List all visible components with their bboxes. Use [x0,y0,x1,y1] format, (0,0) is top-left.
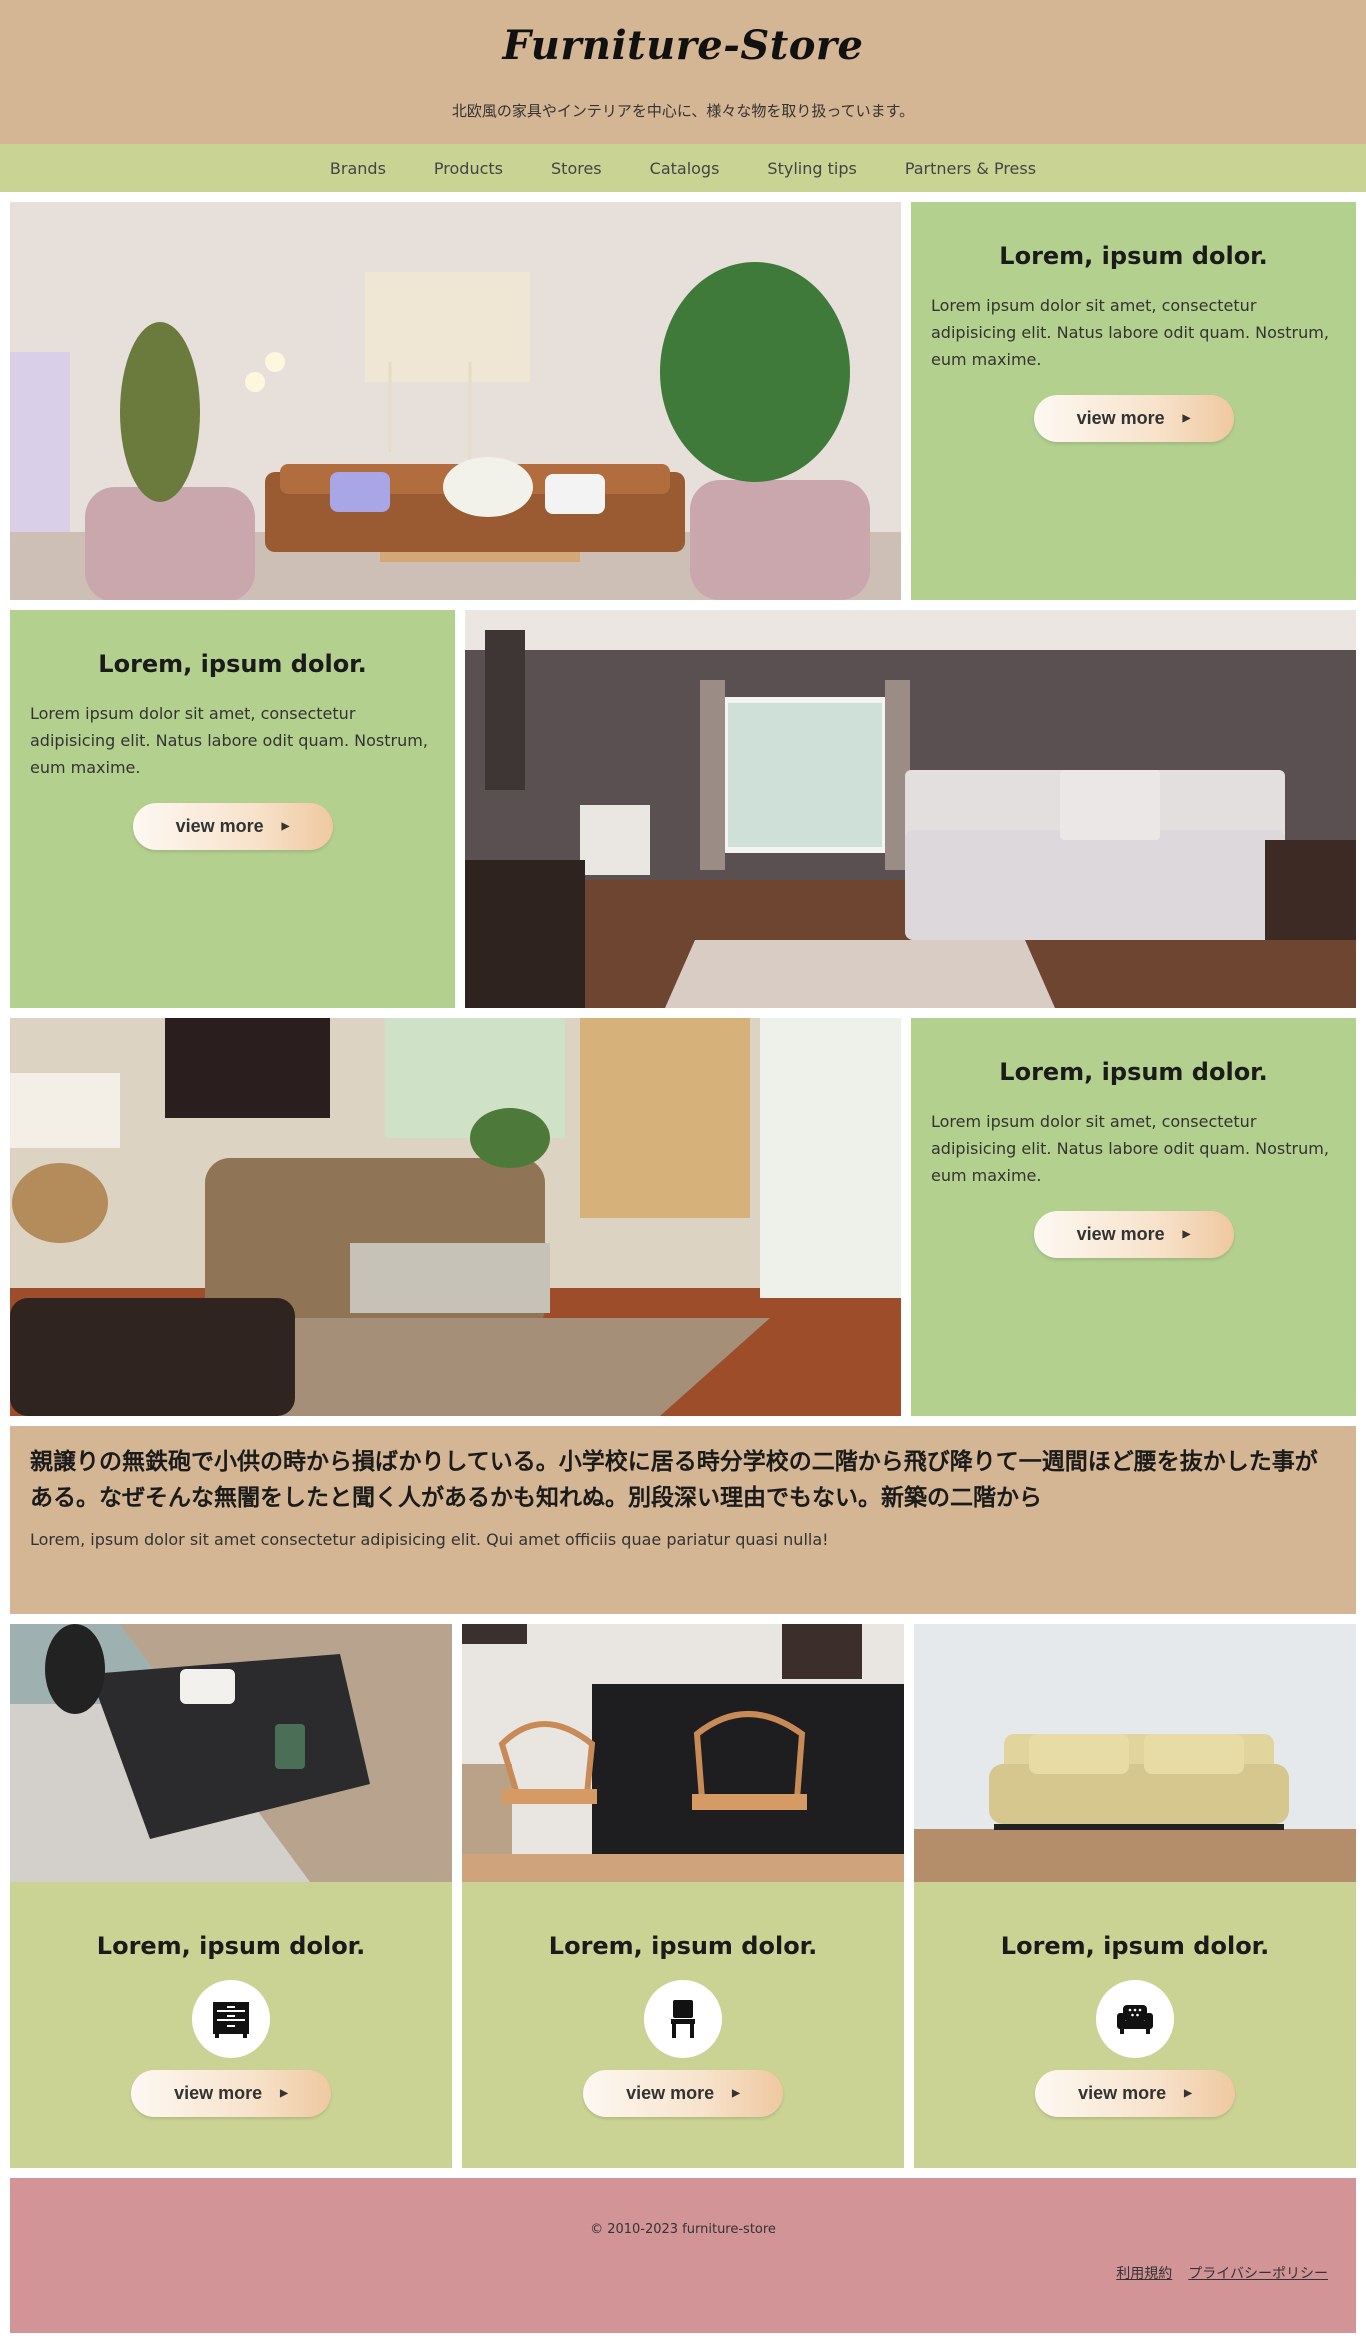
footer-links: 利用規約 プライバシーポリシー [1116,2263,1328,2283]
site-tagline: 北欧風の家具やインテリアを中心に、様々な物を取り扱っています。 [451,102,915,120]
arrow-right-icon: ▶ [1184,2088,1192,2099]
card-view-more-button-1[interactable]: view more ▶ [131,2070,331,2117]
feature-panel-3: Lorem, ipsum dolor. Lorem ipsum dolor si… [911,1018,1356,1416]
product-card-body-1: Lorem, ipsum dolor. view more ▶ [10,1882,452,2168]
feature-title-1: Lorem, ipsum dolor. [999,242,1268,270]
sofa-photo [914,1624,1356,1882]
nav-item-brands[interactable]: Brands [330,159,386,178]
living-room-photo [10,202,901,600]
arrow-right-icon: ▶ [1182,1229,1191,1240]
arrow-right-icon: ▶ [732,2088,740,2099]
view-more-button-3[interactable]: view more ▶ [1033,1211,1234,1258]
arrow-right-icon: ▶ [1182,413,1191,424]
chair-icon [644,1980,722,2058]
drawer-photo [10,1624,452,1882]
product-card-body-3: Lorem, ipsum dolor. view more ▶ [914,1882,1356,2168]
card-view-more-button-3[interactable]: view more ▶ [1035,2070,1235,2117]
nav-item-partners-press[interactable]: Partners & Press [905,159,1036,178]
copyright-text: © 2010-2023 furniture-store [590,2222,776,2237]
feature-row-2: Lorem, ipsum dolor. Lorem ipsum dolor si… [10,610,1356,1008]
feature-text-3: Lorem ipsum dolor sit amet, consectetur … [931,1112,1329,1185]
product-card-3: Lorem, ipsum dolor. view more ▶ [914,1624,1356,2168]
nav-item-products[interactable]: Products [434,159,503,178]
site-footer: © 2010-2023 furniture-store 利用規約 プライバシーポ… [10,2178,1356,2333]
feature-text-2: Lorem ipsum dolor sit amet, consectetur … [30,704,428,777]
chairs-photo [462,1624,904,1882]
feature-panel-2: Lorem, ipsum dolor. Lorem ipsum dolor si… [10,610,455,1008]
main-nav: Brands Products Stores Catalogs Styling … [0,144,1366,192]
nav-item-stores[interactable]: Stores [551,159,602,178]
armchair-icon [1096,1980,1174,2058]
feature-panel-1: Lorem, ipsum dolor. Lorem ipsum dolor si… [911,202,1356,600]
site-logo[interactable]: Furniture-Store [0,22,1366,69]
card-title-3: Lorem, ipsum dolor. [1000,1932,1270,1960]
card-view-more-label-1: view more [174,2083,263,2103]
view-more-button-2[interactable]: view more ▶ [132,803,333,850]
product-card-1: Lorem, ipsum dolor. view more ▶ [10,1624,452,2168]
card-title-2: Lorem, ipsum dolor. [548,1932,818,1960]
feature-row-3: Lorem, ipsum dolor. Lorem ipsum dolor si… [10,1018,1356,1416]
nav-item-catalogs[interactable]: Catalogs [650,159,720,178]
article-block: 親譲りの無鉄砲で小供の時から損ばかりしている。小学校に居る時分学校の二階から飛び… [10,1426,1356,1614]
view-more-button-1[interactable]: view more ▶ [1033,395,1234,442]
article-heading: 親譲りの無鉄砲で小供の時から損ばかりしている。小学校に居る時分学校の二階から飛び… [30,1449,1318,1511]
feature-title-3: Lorem, ipsum dolor. [999,1058,1268,1086]
card-view-more-label-3: view more [1078,2083,1167,2103]
article-text: Lorem, ipsum dolor sit amet consectetur … [30,1530,829,1549]
view-more-label-2: view more [175,816,264,836]
arrow-right-icon: ▶ [281,821,290,832]
nav-item-styling-tips[interactable]: Styling tips [767,159,856,178]
feature-row-1: Lorem, ipsum dolor. Lorem ipsum dolor si… [10,202,1356,600]
feature-title-2: Lorem, ipsum dolor. [98,650,367,678]
arrow-right-icon: ▶ [280,2088,288,2099]
product-cards: Lorem, ipsum dolor. view more ▶ Lorem, i… [10,1624,1356,2168]
card-view-more-label-2: view more [626,2083,715,2103]
content: Lorem, ipsum dolor. Lorem ipsum dolor si… [0,192,1366,2333]
lounge-photo [10,1018,901,1416]
view-more-label-1: view more [1076,408,1165,428]
card-title-1: Lorem, ipsum dolor. [96,1932,366,1960]
privacy-policy-link[interactable]: プライバシーポリシー [1188,2263,1328,2283]
site-header: Furniture-Store 北欧風の家具やインテリアを中心に、様々な物を取り… [0,0,1366,144]
product-card-body-2: Lorem, ipsum dolor. view more ▶ [462,1882,904,2168]
product-card-2: Lorem, ipsum dolor. view more ▶ [462,1624,904,2168]
terms-link[interactable]: 利用規約 [1116,2263,1172,2283]
bedroom-photo [465,610,1356,1008]
dresser-icon [192,1980,270,2058]
feature-text-1: Lorem ipsum dolor sit amet, consectetur … [931,296,1329,369]
card-view-more-button-2[interactable]: view more ▶ [583,2070,783,2117]
view-more-label-3: view more [1076,1224,1165,1244]
